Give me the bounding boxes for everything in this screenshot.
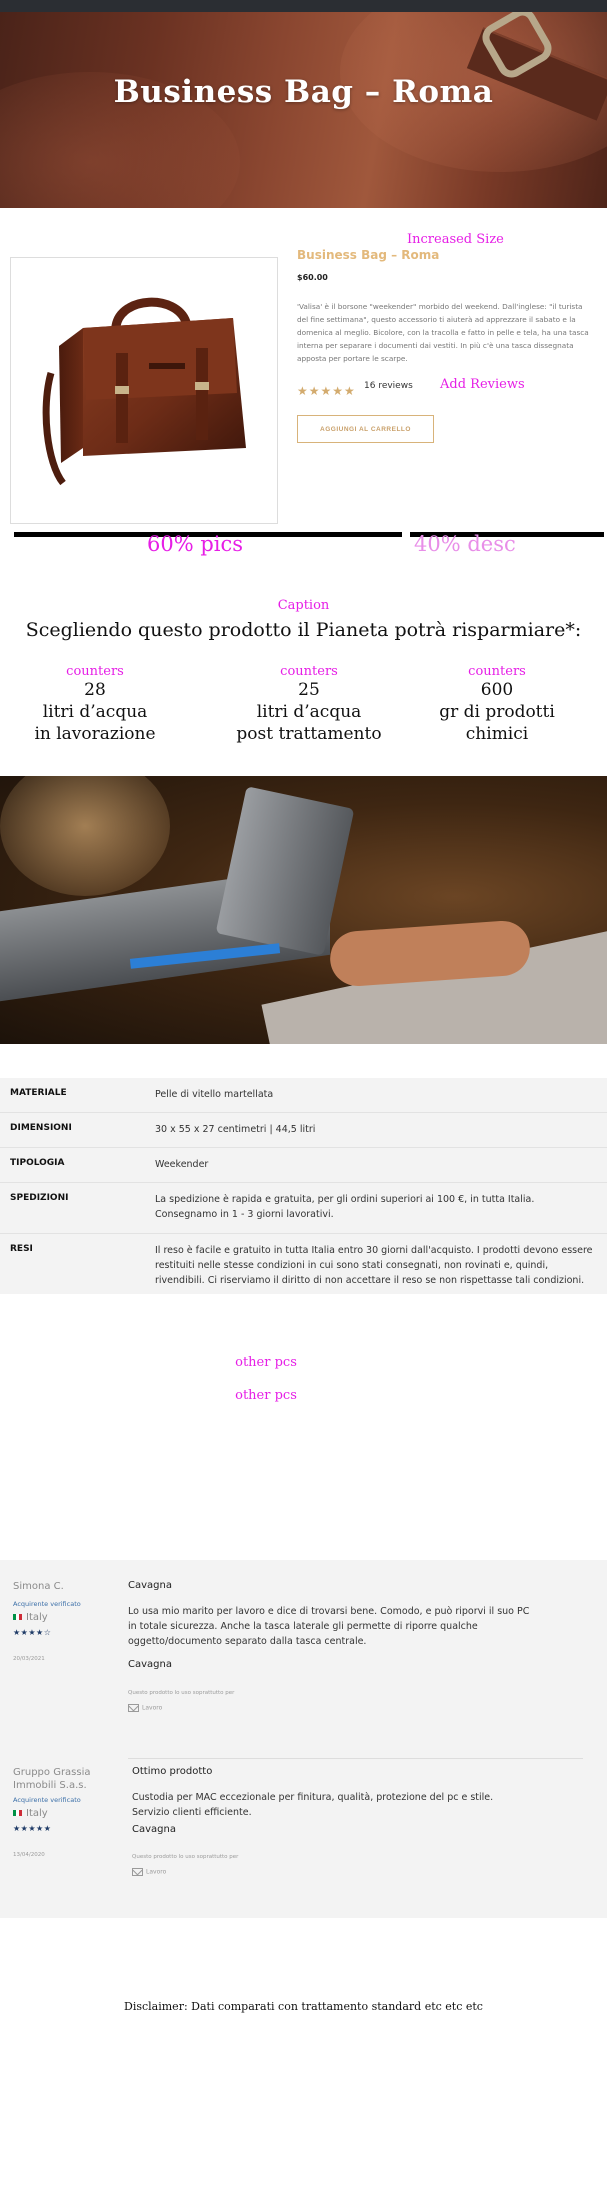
review-country: Italy — [13, 1612, 48, 1623]
spec-key: TIPOLOGIA — [10, 1158, 65, 1168]
italy-flag-icon — [13, 1614, 22, 1620]
product-name: Business Bag – Roma — [297, 248, 440, 262]
add-to-cart-button[interactable]: AGGIUNGI AL CARRELLO — [297, 415, 434, 443]
spec-key: DIMENSIONI — [10, 1123, 72, 1133]
annotation-other-pcs: other pcs — [235, 1388, 297, 1403]
spec-table: MATERIALE Pelle di vitello martellata DI… — [0, 1078, 607, 1294]
counter-label: gr di prodotti chimici — [439, 702, 555, 744]
annotation-increased-size: Increased Size — [407, 232, 504, 247]
envelope-icon — [132, 1868, 143, 1876]
counter-value: 28 — [84, 680, 106, 700]
verified-badge: Acquirente verificato — [13, 1796, 81, 1804]
spec-row-material: MATERIALE Pelle di vitello martellata — [0, 1078, 607, 1113]
counter-label: litri d’acqua post trattamento — [236, 702, 382, 744]
spec-key: SPEDIZIONI — [10, 1193, 69, 1203]
annotation-counters: counters — [280, 664, 338, 679]
counter-water-processing: counters 28 litri d’acqua in lavorazione — [0, 664, 190, 745]
counter-label: litri d’acqua in lavorazione — [34, 702, 156, 744]
bag-image-icon — [42, 297, 246, 486]
verified-badge: Acquirente verificato — [13, 1600, 81, 1608]
annotation-caption: Caption — [277, 598, 330, 613]
product-rating[interactable]: ★★★★★ — [297, 380, 356, 399]
annotation-desc: 40% desc — [414, 532, 516, 556]
spec-value: 30 x 55 x 27 centimetri | 44,5 litri — [155, 1124, 316, 1135]
workshop-light — [0, 776, 170, 896]
counter-water-treatment: counters 25 litri d’acqua post trattamen… — [214, 664, 404, 745]
spec-row-shipping: SPEDIZIONI La spedizione è rapida e grat… — [0, 1183, 607, 1234]
envelope-icon — [128, 1704, 139, 1712]
counter-chemicals: counters 600 gr di prodotti chimici — [402, 664, 592, 745]
review-use-title: Cavagna — [128, 1659, 172, 1670]
review-country: Italy — [13, 1808, 48, 1819]
spec-value: Pelle di vitello martellata — [155, 1089, 274, 1100]
spec-key: MATERIALE — [10, 1088, 67, 1098]
spec-key: RESI — [10, 1244, 33, 1254]
reviews-section: Simona C. Acquirente verificato Italy ★★… — [0, 1560, 607, 1918]
review-author: Gruppo Grassia Immobili S.a.s. — [13, 1767, 91, 1791]
review-use-tag: Lavoro — [132, 1868, 166, 1876]
counter-value: 600 — [480, 680, 514, 700]
savings-title: Scegliendo questo prodotto il Pianeta po… — [25, 619, 582, 641]
review-date: 20/03/2021 — [13, 1656, 45, 1662]
workshop-image — [0, 776, 607, 1044]
product-image[interactable] — [10, 257, 278, 524]
spec-row-type: TIPOLOGIA Weekender — [0, 1148, 607, 1183]
spec-row-dimensions: DIMENSIONI 30 x 55 x 27 centimetri | 44,… — [0, 1113, 607, 1148]
spec-value: La spedizione è rapida e gratuita, per g… — [155, 1194, 535, 1220]
review-divider — [128, 1758, 583, 1759]
star-rating-icon: ★★★★★ — [297, 384, 356, 398]
italy-flag-icon — [13, 1810, 22, 1816]
review-used-for: Questo prodotto lo uso soprattutto per — [128, 1690, 235, 1696]
hero-title: Business Bag – Roma — [113, 74, 494, 110]
review-date: 13/04/2020 — [13, 1852, 45, 1858]
review-used-for: Questo prodotto lo uso soprattutto per — [132, 1854, 239, 1860]
annotation-pics: 60% pics — [147, 532, 244, 556]
top-bar — [0, 0, 607, 12]
product-price: $60.00 — [297, 273, 328, 282]
annotation-counters: counters — [66, 664, 124, 679]
review-body: Custodia per MAC eccezionale per finitur… — [132, 1792, 494, 1818]
annotation-add-reviews: Add Reviews — [440, 377, 525, 392]
review-use-tag: Lavoro — [128, 1704, 162, 1712]
spec-value: Weekender — [155, 1159, 209, 1170]
counter-value: 25 — [298, 680, 320, 700]
review-country-label: Italy — [26, 1808, 48, 1819]
review-title: Ottimo prodotto — [132, 1766, 213, 1777]
sewing-machine-head — [215, 786, 355, 956]
hero-banner — [0, 12, 607, 208]
spec-row-returns: RESI Il reso è facile e gratuito in tutt… — [0, 1234, 607, 1294]
review-stars-icon: ★★★★☆ — [13, 1628, 52, 1637]
review-use-tag-label: Lavoro — [142, 1704, 163, 1712]
annotation-other-pcs: other pcs — [235, 1355, 297, 1370]
review-country-label: Italy — [26, 1612, 48, 1623]
review-body: Lo usa mio marito per lavoro e dice di t… — [128, 1606, 530, 1647]
review-author: Simona C. — [13, 1581, 64, 1592]
disclaimer: Disclaimer: Dati comparati con trattamen… — [124, 2000, 483, 2013]
product-description: 'Valisa' è il borsone "weekender" morbid… — [297, 302, 589, 363]
review-title: Cavagna — [128, 1580, 172, 1591]
review-use-tag-label: Lavoro — [146, 1868, 167, 1876]
review-stars-icon: ★★★★★ — [13, 1824, 52, 1833]
review-use-title: Cavagna — [132, 1824, 176, 1835]
annotation-counters: counters — [468, 664, 526, 679]
reviews-count-link[interactable]: 16 reviews — [364, 381, 413, 391]
spec-value: Il reso è facile e gratuito in tutta Ita… — [155, 1245, 593, 1286]
